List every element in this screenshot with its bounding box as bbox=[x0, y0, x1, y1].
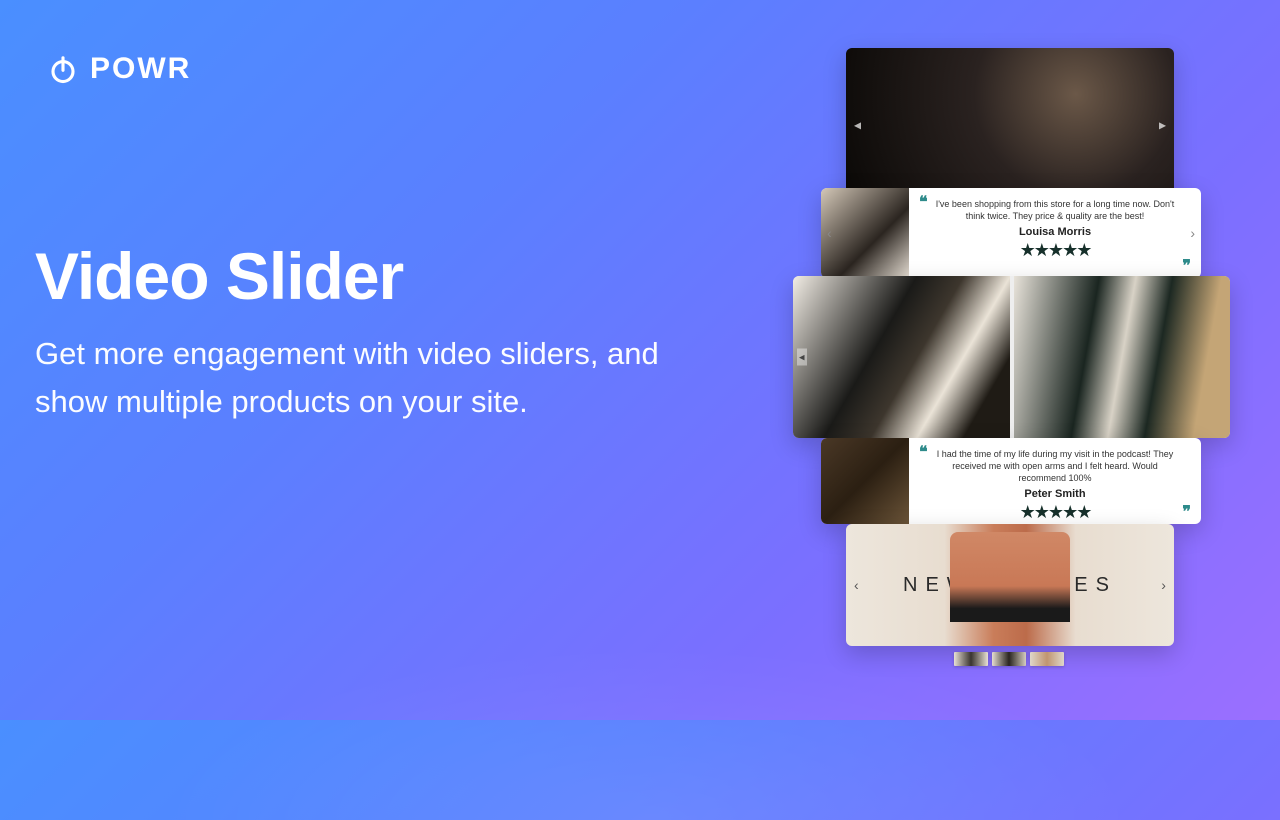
next-arrow-icon[interactable]: › bbox=[1161, 577, 1166, 593]
thumbnail[interactable] bbox=[1030, 652, 1064, 666]
page-title: Video Slider bbox=[35, 238, 675, 314]
product-image-left: ◂ bbox=[793, 276, 1010, 438]
thumbnail-strip bbox=[954, 652, 1064, 666]
slider-card-fashion: ◂ bbox=[793, 276, 1230, 438]
testimonial-name: Peter Smith bbox=[923, 488, 1187, 500]
next-arrow-icon[interactable]: ▸ bbox=[1159, 117, 1166, 134]
testimonial-avatar bbox=[821, 438, 909, 524]
prev-arrow-icon[interactable]: ‹ bbox=[827, 225, 832, 241]
banner-product-image bbox=[950, 532, 1070, 622]
quote-close-icon: ❞ bbox=[1182, 502, 1191, 522]
testimonial-body: ❝ I've been shopping from this store for… bbox=[909, 188, 1201, 278]
hero-section: Video Slider Get more engagement with vi… bbox=[35, 238, 675, 426]
star-rating: ★★★★★ bbox=[923, 240, 1187, 261]
testimonial-name: Louisa Morris bbox=[923, 226, 1187, 238]
brand-name: POWR bbox=[90, 52, 191, 86]
testimonial-card-1: ‹ ❝ I've been shopping from this store f… bbox=[821, 188, 1201, 278]
next-arrow-icon[interactable]: › bbox=[1190, 225, 1195, 241]
testimonial-avatar bbox=[821, 188, 909, 278]
prev-arrow-icon[interactable]: ◂ bbox=[797, 349, 807, 366]
prev-arrow-icon[interactable]: ◂ bbox=[854, 117, 861, 134]
prev-arrow-icon[interactable]: ‹ bbox=[854, 577, 859, 593]
slider-card-jewelry: ◂ ▸ bbox=[846, 48, 1174, 202]
testimonial-card-2: ❝ I had the time of my life during my vi… bbox=[821, 438, 1201, 524]
testimonial-text: I've been shopping from this store for a… bbox=[923, 194, 1187, 222]
quote-open-icon: ❝ bbox=[919, 442, 928, 462]
quote-close-icon: ❞ bbox=[1182, 256, 1191, 276]
powr-icon bbox=[48, 54, 78, 84]
slider-card-banner: ‹ NEW VIBES › bbox=[846, 524, 1174, 646]
thumbnail[interactable] bbox=[954, 652, 988, 666]
testimonial-text: I had the time of my life during my visi… bbox=[923, 444, 1187, 484]
page-subtitle: Get more engagement with video sliders, … bbox=[35, 330, 675, 426]
brand-logo: POWR bbox=[48, 52, 191, 86]
testimonial-body: ❝ I had the time of my life during my vi… bbox=[909, 438, 1201, 524]
star-rating: ★★★★★ bbox=[923, 502, 1187, 523]
quote-open-icon: ❝ bbox=[919, 192, 928, 212]
product-image-right bbox=[1014, 276, 1231, 438]
thumbnail[interactable] bbox=[992, 652, 1026, 666]
